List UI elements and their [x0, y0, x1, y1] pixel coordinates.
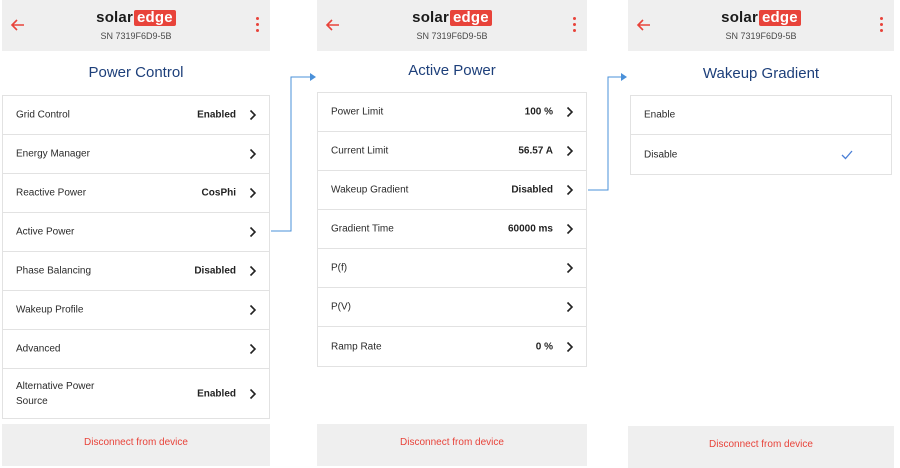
item-value: 0 % — [535, 341, 553, 352]
list-item-grid-control[interactable]: Grid Control Enabled — [3, 96, 269, 135]
list-item-phase-balancing[interactable]: Phase Balancing Disabled — [3, 252, 269, 291]
page-title: Active Power — [408, 62, 496, 79]
checkmark-icon — [841, 150, 853, 159]
option-label: Disable — [644, 149, 678, 160]
chevron-right-icon — [249, 109, 257, 121]
disconnect-label: Disconnect from device — [400, 437, 504, 448]
list-item-power-limit[interactable]: Power Limit 100 % — [318, 93, 586, 132]
item-label: P(V) — [331, 301, 351, 313]
item-value: Disabled — [511, 184, 553, 196]
item-label: Grid Control — [16, 109, 70, 121]
chevron-right-icon — [566, 262, 574, 274]
chevron-right-icon — [566, 223, 574, 235]
chevron-right-icon — [566, 184, 574, 196]
disconnect-label: Disconnect from device — [709, 439, 813, 450]
item-label: Gradient Time — [331, 223, 394, 235]
chevron-right-icon — [249, 148, 257, 160]
item-value: 100 % — [524, 106, 553, 118]
power-control-screen: solar edge SN 7319F6D9-5B Power Control G… — [2, 0, 270, 468]
more-options-icon[interactable] — [876, 17, 886, 33]
chevron-right-icon — [566, 145, 574, 157]
list-item-active-power[interactable]: Active Power — [3, 213, 269, 252]
item-label: Wakeup Profile — [16, 304, 84, 316]
list-item-ramp-rate[interactable]: Ramp Rate 0 % — [318, 327, 586, 366]
disconnect-button[interactable]: Disconnect from device — [317, 424, 587, 466]
item-label: Active Power — [16, 226, 75, 238]
solaredge-logo: solar edge — [317, 9, 587, 27]
active-power-screen: solar edge SN 7319F6D9-5B Active Power Po… — [317, 0, 587, 468]
item-value: 60000 ms — [507, 223, 553, 235]
more-options-icon[interactable] — [569, 17, 579, 33]
item-label: Ramp Rate — [331, 341, 382, 352]
chevron-right-icon — [566, 341, 574, 352]
option-label: Enable — [644, 109, 676, 121]
page-title: Wakeup Gradient — [702, 65, 820, 82]
chevron-right-icon — [249, 265, 257, 277]
list-item-p-f[interactable]: P(f) — [318, 249, 586, 288]
chevron-right-icon — [249, 388, 257, 399]
option-disable[interactable]: Disable — [631, 135, 891, 174]
more-options-icon[interactable] — [252, 17, 262, 33]
item-value: Enabled — [197, 109, 236, 121]
item-value: Disabled — [194, 265, 236, 277]
option-enable[interactable]: Enable — [631, 96, 891, 135]
chevron-right-icon — [249, 304, 257, 316]
disconnect-button[interactable]: Disconnect from device — [2, 424, 270, 466]
item-value: CosPhi — [201, 187, 236, 199]
item-label: Reactive Power — [16, 187, 87, 199]
list-item-advanced[interactable]: Advanced — [3, 330, 269, 369]
item-label: Energy Manager — [16, 148, 90, 160]
list-item-gradient-time[interactable]: Gradient Time 60000 ms — [318, 210, 586, 249]
list-item-p-v[interactable]: P(V) — [318, 288, 586, 327]
list-item-alternative-power-source[interactable]: Alternative Power Source Enabled — [3, 369, 269, 418]
chevron-right-icon — [249, 343, 257, 355]
app-header: solar edge SN 7319F6D9-5B — [317, 0, 587, 51]
item-label: Alternative Power Source — [16, 380, 95, 407]
power-control-list: Grid Control Enabled Energy Manager Reac… — [2, 95, 270, 419]
item-label: Wakeup Gradient — [331, 184, 409, 196]
serial-number: SN 7319F6D9-5B — [100, 31, 172, 41]
wakeup-gradient-options: Enable Disable — [630, 95, 892, 175]
wakeup-gradient-screen: solar edge SN 7319F6D9-5B Wakeup Gradient… — [628, 0, 894, 468]
item-label: P(f) — [331, 262, 348, 274]
list-item-reactive-power[interactable]: Reactive Power CosPhi — [3, 174, 269, 213]
list-item-current-limit[interactable]: Current Limit 56.57 A — [318, 132, 586, 171]
chevron-right-icon — [566, 106, 574, 118]
disconnect-button[interactable]: Disconnect from device — [628, 426, 894, 468]
app-header: solar edge SN 7319F6D9-5B — [628, 0, 894, 51]
item-value: 56.57 A — [518, 145, 553, 157]
solaredge-logo: solar edge — [2, 9, 270, 27]
serial-number: SN 7319F6D9-5B — [416, 31, 488, 41]
list-item-wakeup-profile[interactable]: Wakeup Profile — [3, 291, 269, 330]
list-item-wakeup-gradient[interactable]: Wakeup Gradient Disabled — [318, 171, 586, 210]
page-title: Power Control — [88, 64, 184, 81]
chevron-right-icon — [249, 226, 257, 238]
serial-number: SN 7319F6D9-5B — [725, 31, 797, 41]
chevron-right-icon — [249, 187, 257, 199]
solaredge-logo: solar edge — [628, 9, 894, 27]
item-label: Advanced — [16, 343, 61, 355]
item-label: Phase Balancing — [16, 265, 92, 277]
list-item-energy-manager[interactable]: Energy Manager — [3, 135, 269, 174]
chevron-right-icon — [566, 301, 574, 313]
item-label: Current Limit — [331, 145, 389, 157]
disconnect-label: Disconnect from device — [84, 437, 188, 448]
app-header: solar edge SN 7319F6D9-5B — [2, 0, 270, 51]
item-value: Enabled — [197, 388, 236, 399]
item-label: Power Limit — [331, 106, 384, 118]
active-power-list: Power Limit 100 % Current Limit 56.57 A … — [317, 92, 587, 367]
